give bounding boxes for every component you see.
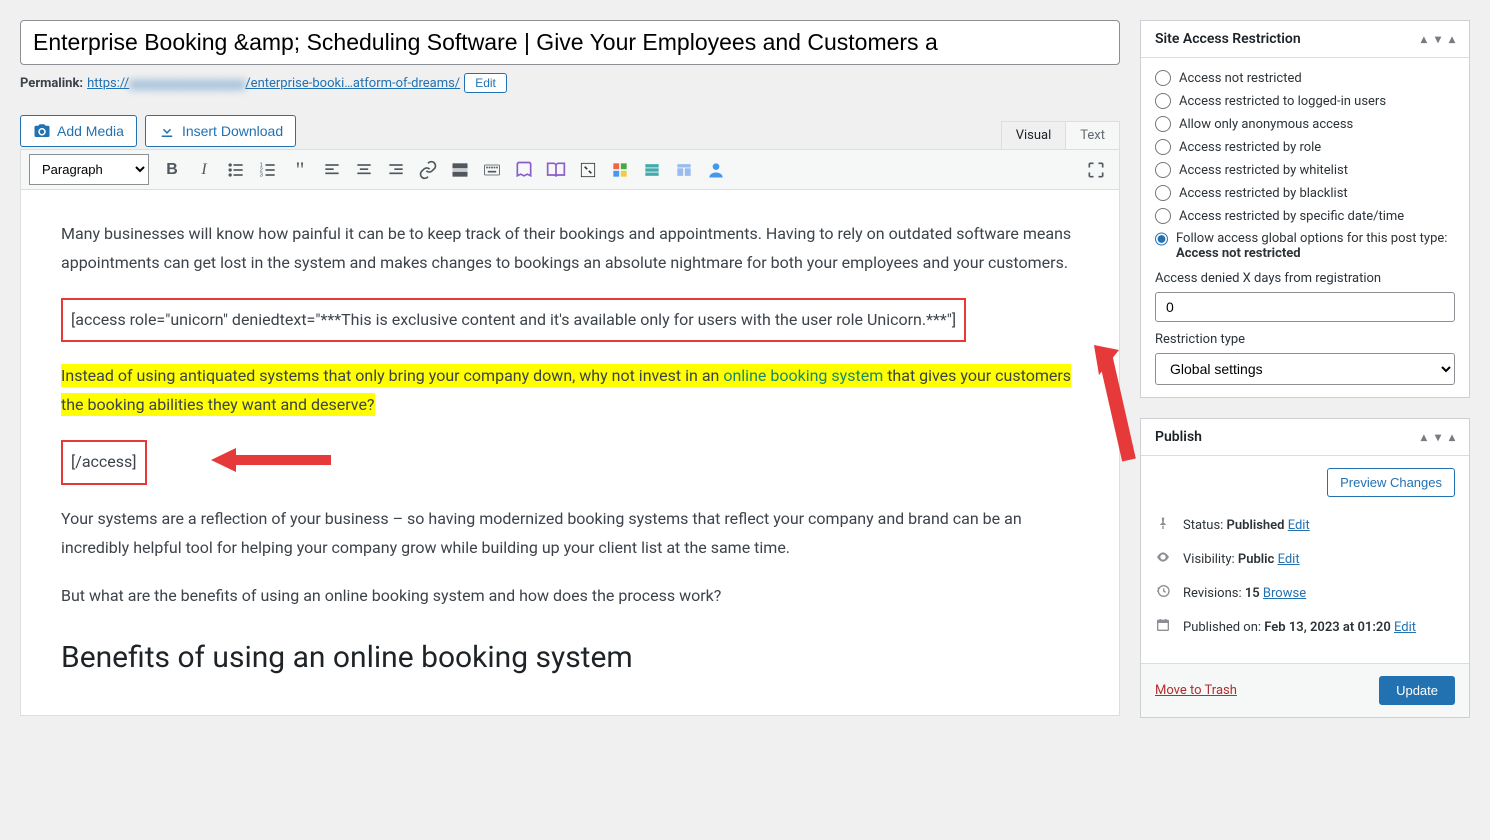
plugin-button-2[interactable] (541, 155, 571, 185)
book-icon (514, 160, 534, 180)
numbered-list-button[interactable]: 123 (253, 155, 283, 185)
insert-download-button[interactable]: Insert Download (145, 115, 296, 147)
paragraph: Your systems are a reflection of your bu… (61, 505, 1079, 563)
align-center-button[interactable] (349, 155, 379, 185)
paragraph: Many businesses will know how painful it… (61, 220, 1079, 278)
permalink-row: Permalink: https://xxxxxxxxxxxxxxxxxx/en… (20, 73, 1120, 93)
toggle-panel-icon[interactable]: ▴ (1449, 32, 1455, 46)
download-icon (158, 122, 176, 140)
list-ul-icon (226, 160, 246, 180)
edit-status-link[interactable]: Edit (1288, 518, 1310, 533)
book-open-icon (546, 160, 566, 180)
denied-days-input[interactable] (1155, 292, 1455, 322)
access-option-datetime[interactable]: Access restricted by specific date/time (1155, 208, 1455, 224)
permalink-url[interactable]: https://xxxxxxxxxxxxxxxxxx/enterprise-bo… (87, 76, 460, 91)
panel-title: Publish (1155, 429, 1202, 445)
add-media-button[interactable]: Add Media (20, 115, 137, 147)
panel-title: Site Access Restriction (1155, 31, 1301, 47)
swap-icon (578, 160, 598, 180)
move-down-icon[interactable]: ▾ (1435, 32, 1441, 46)
paragraph-format-select[interactable]: Paragraph (29, 154, 149, 185)
access-option-blacklist[interactable]: Access restricted by blacklist (1155, 185, 1455, 201)
svg-text:3: 3 (260, 172, 263, 178)
pin-icon (1155, 515, 1173, 535)
rows-icon (642, 160, 662, 180)
italic-button[interactable]: I (189, 155, 219, 185)
shortcode-close-annotation: [/access] (61, 440, 147, 485)
editor-toolbar: Paragraph B I 123 " (21, 150, 1119, 190)
plugin-button-6[interactable] (669, 155, 699, 185)
fullscreen-button[interactable] (1081, 155, 1111, 185)
access-option-follow-global[interactable]: Follow access global options for this po… (1155, 231, 1455, 261)
plugin-button-5[interactable] (637, 155, 667, 185)
bold-button[interactable]: B (157, 155, 187, 185)
site-access-panel: Site Access Restriction ▴ ▾ ▴ Access not… (1140, 20, 1470, 398)
calendar-icon (1155, 617, 1173, 637)
plugin-button-1[interactable] (509, 155, 539, 185)
edit-date-link[interactable]: Edit (1394, 620, 1416, 635)
annotation-arrow-icon (1079, 345, 1139, 475)
eye-icon (1155, 549, 1173, 569)
access-option-whitelist[interactable]: Access restricted by whitelist (1155, 162, 1455, 178)
person-icon (706, 160, 726, 180)
annotation-arrow-icon (211, 440, 331, 480)
history-icon (1155, 583, 1173, 603)
heading-2: Benefits of using an online booking syst… (61, 631, 1079, 685)
move-up-icon[interactable]: ▴ (1421, 32, 1427, 46)
align-left-button[interactable] (317, 155, 347, 185)
blockquote-button[interactable]: " (285, 155, 315, 185)
link-icon (418, 160, 438, 180)
fullscreen-icon (1086, 160, 1106, 180)
link-button[interactable] (413, 155, 443, 185)
bulleted-list-button[interactable] (221, 155, 251, 185)
plugin-button-7[interactable] (701, 155, 731, 185)
access-option-role[interactable]: Access restricted by role (1155, 139, 1455, 155)
access-option-logged-in[interactable]: Access restricted to logged-in users (1155, 93, 1455, 109)
restriction-type-select[interactable]: Global settings (1155, 353, 1455, 385)
read-more-icon (450, 160, 470, 180)
permalink-edit-button[interactable]: Edit (464, 73, 507, 93)
published-on-row: Published on: Feb 13, 2023 at 01:20 Edit (1155, 617, 1455, 637)
post-title-input[interactable] (20, 20, 1120, 65)
align-right-icon (386, 160, 406, 180)
edit-visibility-link[interactable]: Edit (1278, 552, 1300, 567)
toggle-panel-icon[interactable]: ▴ (1449, 430, 1455, 444)
visibility-row: Visibility: Public Edit (1155, 549, 1455, 569)
align-right-button[interactable] (381, 155, 411, 185)
plugin-button-4[interactable] (605, 155, 635, 185)
update-button[interactable]: Update (1379, 676, 1455, 705)
align-left-icon (322, 160, 342, 180)
keyboard-icon (482, 160, 502, 180)
list-ol-icon: 123 (258, 160, 278, 180)
grid-color-icon (610, 160, 630, 180)
permalink-label: Permalink: (20, 76, 83, 91)
read-more-button[interactable] (445, 155, 475, 185)
tab-text[interactable]: Text (1065, 121, 1120, 149)
layout-icon (674, 160, 694, 180)
browse-revisions-link[interactable]: Browse (1263, 586, 1306, 601)
camera-icon (33, 122, 51, 140)
restriction-type-label: Restriction type (1155, 332, 1455, 347)
move-to-trash-link[interactable]: Move to Trash (1155, 683, 1237, 698)
preview-changes-button[interactable]: Preview Changes (1327, 468, 1455, 497)
status-row: Status: Published Edit (1155, 515, 1455, 535)
toolbar-toggle-button[interactable] (477, 155, 507, 185)
highlighted-text: Instead of using antiquated systems that… (61, 364, 1071, 416)
denied-days-label: Access denied X days from registration (1155, 271, 1455, 286)
editor-tabs: Visual Text (1001, 121, 1120, 149)
shortcode-open-annotation: [access role="unicorn" deniedtext="***Th… (61, 298, 966, 343)
move-up-icon[interactable]: ▴ (1421, 430, 1427, 444)
editor-content[interactable]: Many businesses will know how painful it… (21, 190, 1119, 715)
revisions-row: Revisions: 15 Browse (1155, 583, 1455, 603)
paragraph: But what are the benefits of using an on… (61, 582, 1079, 611)
access-option-not-restricted[interactable]: Access not restricted (1155, 70, 1455, 86)
publish-panel: Publish ▴ ▾ ▴ Preview Changes Status: Pu… (1140, 418, 1470, 718)
tab-visual[interactable]: Visual (1001, 121, 1066, 149)
access-option-anonymous[interactable]: Allow only anonymous access (1155, 116, 1455, 132)
inline-link[interactable]: online booking system (723, 366, 883, 385)
editor: Paragraph B I 123 " (20, 149, 1120, 716)
move-down-icon[interactable]: ▾ (1435, 430, 1441, 444)
align-center-icon (354, 160, 374, 180)
plugin-button-3[interactable] (573, 155, 603, 185)
